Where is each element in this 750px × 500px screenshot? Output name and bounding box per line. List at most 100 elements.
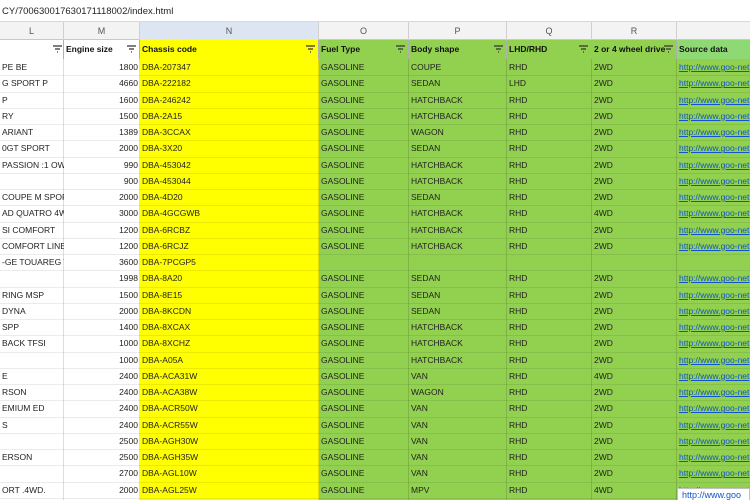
cell-lhd-rhd[interactable]: RHD (507, 189, 592, 205)
cell-wheel-drive[interactable]: 2WD (592, 417, 677, 433)
cell-body-shape[interactable]: WAGON (409, 384, 507, 400)
cell-chassis-code[interactable]: DBA-AGL25W (140, 482, 319, 498)
cell-wheel-drive[interactable]: 2WD (592, 270, 677, 286)
cell-model[interactable]: AD QUATRO 4WD (0, 205, 64, 221)
header-cell-fuel-type[interactable]: Fuel Type (319, 40, 409, 59)
cell-lhd-rhd[interactable]: RHD (507, 465, 592, 481)
header-cell-engine-size[interactable]: Engine size (64, 40, 140, 59)
cell-body-shape[interactable]: HATCHBACK (409, 92, 507, 108)
cell-wheel-drive[interactable]: 2WD (592, 222, 677, 238)
cell-source-data[interactable]: http://www.goo-net (677, 335, 750, 351)
cell-lhd-rhd[interactable] (507, 254, 592, 270)
column-letter-R[interactable]: R (592, 22, 677, 40)
cell-model[interactable]: PE BE (0, 59, 64, 75)
cell-body-shape[interactable]: HATCHBACK (409, 238, 507, 254)
column-letter-M[interactable]: M (64, 22, 140, 40)
cell-chassis-code[interactable]: DBA-AGH30W (140, 433, 319, 449)
cell-engine-size[interactable]: 3600 (64, 254, 140, 270)
cell-engine-size[interactable]: 1389 (64, 124, 140, 140)
filter-icon[interactable] (305, 44, 316, 54)
cell-body-shape[interactable]: HATCHBACK (409, 352, 507, 368)
cell-fuel-type[interactable]: GASOLINE (319, 157, 409, 173)
cell-body-shape[interactable]: SEDAN (409, 303, 507, 319)
cell-chassis-code[interactable]: DBA-6RCJZ (140, 238, 319, 254)
cell-model[interactable]: P (0, 92, 64, 108)
cell-source-data[interactable]: http://www.goo-net (677, 173, 750, 189)
cell-wheel-drive[interactable]: 2WD (592, 140, 677, 156)
cell-model[interactable]: G SPORT P (0, 75, 64, 91)
cell-chassis-code[interactable]: DBA-207347 (140, 59, 319, 75)
cell-body-shape[interactable]: VAN (409, 417, 507, 433)
cell-fuel-type[interactable]: GASOLINE (319, 270, 409, 286)
cell-lhd-rhd[interactable]: RHD (507, 335, 592, 351)
cell-wheel-drive[interactable]: 2WD (592, 59, 677, 75)
cell-lhd-rhd[interactable]: RHD (507, 238, 592, 254)
cell-chassis-code[interactable]: DBA-6RCBZ (140, 222, 319, 238)
cell-body-shape[interactable]: HATCHBACK (409, 205, 507, 221)
cell-wheel-drive[interactable]: 2WD (592, 189, 677, 205)
cell-chassis-code[interactable]: DBA-3CCAX (140, 124, 319, 140)
cell-model[interactable]: COMFORT LINE (0, 238, 64, 254)
cell-wheel-drive[interactable]: 2WD (592, 303, 677, 319)
cell-fuel-type[interactable]: GASOLINE (319, 303, 409, 319)
cell-model[interactable]: DYNA (0, 303, 64, 319)
filter-icon[interactable] (395, 44, 406, 54)
cell-fuel-type[interactable]: GASOLINE (319, 465, 409, 481)
cell-engine-size[interactable]: 1500 (64, 287, 140, 303)
cell-source-data[interactable]: http://www.goo-net (677, 140, 750, 156)
cell-wheel-drive[interactable]: 2WD (592, 433, 677, 449)
cell-engine-size[interactable]: 2400 (64, 384, 140, 400)
cell-wheel-drive[interactable]: 4WD (592, 205, 677, 221)
cell-engine-size[interactable]: 1400 (64, 319, 140, 335)
cell-wheel-drive[interactable]: 2WD (592, 108, 677, 124)
cell-source-data[interactable]: http://www.goo-net (677, 124, 750, 140)
cell-chassis-code[interactable]: DBA-8XCAX (140, 319, 319, 335)
cell-wheel-drive[interactable]: 2WD (592, 449, 677, 465)
cell-source-data[interactable]: http://www.goo-net (677, 189, 750, 205)
cell-chassis-code[interactable]: DBA-222182 (140, 75, 319, 91)
cell-lhd-rhd[interactable]: RHD (507, 417, 592, 433)
cell-wheel-drive[interactable]: 2WD (592, 319, 677, 335)
cell-source-data[interactable]: http://www.goo-net (677, 449, 750, 465)
cell-body-shape[interactable]: HATCHBACK (409, 319, 507, 335)
cell-model[interactable]: BACK TFSI (0, 335, 64, 351)
cell-fuel-type[interactable]: GASOLINE (319, 173, 409, 189)
cell-body-shape[interactable]: SEDAN (409, 287, 507, 303)
cell-wheel-drive[interactable]: 2WD (592, 124, 677, 140)
cell-model[interactable]: SI COMFORT (0, 222, 64, 238)
cell-wheel-drive[interactable]: 4WD (592, 368, 677, 384)
cell-chassis-code[interactable]: DBA-ACR50W (140, 400, 319, 416)
header-cell-L[interactable] (0, 40, 64, 59)
cell-body-shape[interactable]: HATCHBACK (409, 108, 507, 124)
cell-source-data[interactable]: http://www.goo-net (677, 59, 750, 75)
cell-engine-size[interactable]: 900 (64, 173, 140, 189)
cell-wheel-drive[interactable]: 4WD (592, 482, 677, 498)
cell-fuel-type[interactable]: GASOLINE (319, 400, 409, 416)
cell-fuel-type[interactable]: GASOLINE (319, 222, 409, 238)
cell-model[interactable]: RSON (0, 384, 64, 400)
cell-model[interactable]: PASSION :1 OWN (0, 157, 64, 173)
column-letter-O[interactable]: O (319, 22, 409, 40)
cell-model[interactable]: SPP (0, 319, 64, 335)
cell-lhd-rhd[interactable]: RHD (507, 384, 592, 400)
cell-source-data[interactable]: http://www.goo-net (677, 287, 750, 303)
cell-model[interactable]: ARIANT (0, 124, 64, 140)
cell-source-data[interactable]: http://www.goo-net (677, 222, 750, 238)
cell-body-shape[interactable]: HATCHBACK (409, 222, 507, 238)
cell-source-data[interactable]: http://www.goo-net (677, 205, 750, 221)
filter-icon[interactable] (663, 44, 674, 54)
cell-engine-size[interactable]: 2000 (64, 482, 140, 498)
cell-model[interactable]: E (0, 368, 64, 384)
cell-model[interactable] (0, 352, 64, 368)
cell-lhd-rhd[interactable]: RHD (507, 222, 592, 238)
cell-chassis-code[interactable]: DBA-453042 (140, 157, 319, 173)
column-letter-S[interactable] (677, 22, 750, 40)
cell-model[interactable]: ERSON (0, 449, 64, 465)
cell-lhd-rhd[interactable]: RHD (507, 303, 592, 319)
cell-chassis-code[interactable]: DBA-ACR55W (140, 417, 319, 433)
cell-lhd-rhd[interactable]: RHD (507, 400, 592, 416)
cell-fuel-type[interactable]: GASOLINE (319, 433, 409, 449)
cell-fuel-type[interactable]: GASOLINE (319, 92, 409, 108)
cell-engine-size[interactable]: 1800 (64, 59, 140, 75)
formula-bar[interactable]: CY/700630017630171118002/index.html (0, 0, 750, 22)
